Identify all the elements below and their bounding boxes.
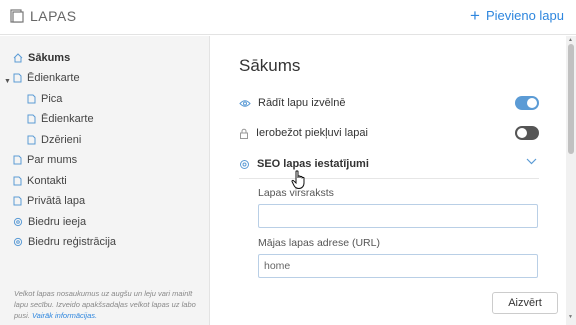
close-button[interactable]: Aizvērt: [492, 292, 558, 314]
top-bar: LAPAS + Pievieno lapu: [0, 0, 576, 35]
sidebar-item-edienkarte-sub[interactable]: Ēdienkarte: [27, 111, 94, 127]
gear-icon: [239, 159, 250, 170]
scroll-thumb[interactable]: [568, 44, 574, 154]
app-title-text: LAPAS: [30, 8, 77, 24]
sidebar-item-label: Dzērieni: [41, 134, 82, 146]
scrollbar[interactable]: ▲ ▼: [566, 36, 576, 325]
sidebar-item-biedru-registracija[interactable]: Biedru reģistrācija: [13, 234, 116, 250]
restrict-access-row: Ierobežot piekļuvi lapai: [239, 124, 539, 142]
sidebar-item-edienkarte[interactable]: Ēdienkarte: [13, 70, 80, 86]
page-icon: [13, 176, 22, 186]
restrict-access-toggle[interactable]: [515, 126, 539, 140]
sidebar-item-label: Sākums: [28, 52, 71, 64]
sidebar-item-label: Ēdienkarte: [27, 72, 80, 84]
sidebar-item-label: Ēdienkarte: [41, 113, 94, 125]
restrict-access-label: Ierobežot piekļuvi lapai: [256, 127, 368, 139]
url-field-label: Mājas lapas adrese (URL): [258, 237, 380, 249]
show-in-menu-label: Rādīt lapu izvēlnē: [258, 97, 346, 109]
toggle-knob: [517, 128, 527, 138]
sidebar-item-label: Kontakti: [27, 175, 67, 187]
sidebar-item-label: Par mums: [27, 154, 78, 166]
page-icon: [13, 196, 22, 206]
add-page-button[interactable]: + Pievieno lapu: [470, 5, 564, 25]
pages-icon: [10, 9, 24, 23]
seo-settings-label: SEO lapas iestatījumi: [257, 158, 369, 170]
scroll-up-icon[interactable]: ▲: [568, 37, 573, 43]
home-icon: [13, 53, 23, 63]
page-icon: [27, 94, 36, 104]
show-in-menu-row: Rādīt lapu izvēlnē: [239, 94, 539, 112]
page-icon: [13, 73, 22, 83]
page-icon: [27, 135, 36, 145]
page-title-input[interactable]: [258, 204, 538, 228]
sidebar-item-privata-lapa[interactable]: Privātā lapa: [13, 193, 85, 209]
sidebar: ▼ Sākums Ēdienkarte Pica Ēdienkarte Dzēr…: [0, 36, 210, 325]
sidebar-item-pica[interactable]: Pica: [27, 91, 62, 107]
seo-settings-header[interactable]: SEO lapas iestatījumi: [239, 155, 539, 173]
divider: [239, 178, 539, 179]
sidebar-item-kontakti[interactable]: Kontakti: [13, 173, 67, 189]
lock-icon: [239, 128, 249, 139]
gear-icon: [13, 217, 23, 227]
sidebar-item-label: Biedru reģistrācija: [28, 236, 117, 248]
toggle-knob: [527, 98, 537, 108]
sidebar-item-label: Privātā lapa: [27, 195, 86, 207]
app-title: LAPAS: [10, 8, 77, 24]
gear-icon: [13, 237, 23, 247]
sidebar-item-sakums[interactable]: Sākums: [13, 50, 70, 66]
sidebar-item-par-mums[interactable]: Par mums: [13, 152, 77, 168]
page-icon: [27, 114, 36, 124]
chevron-down-icon[interactable]: [526, 158, 537, 165]
page-icon: [13, 155, 22, 165]
expand-caret-icon[interactable]: ▼: [4, 78, 11, 85]
plus-icon: +: [470, 5, 480, 25]
sidebar-item-biedru-ieeja[interactable]: Biedru ieeja: [13, 214, 86, 230]
add-page-label: Pievieno lapu: [485, 8, 564, 23]
url-input[interactable]: home: [258, 254, 538, 278]
hand-cursor-icon: [291, 170, 307, 195]
sidebar-hint: Velkot lapas nosaukumus uz augšu un leju…: [14, 288, 204, 321]
eye-icon: [239, 99, 251, 108]
show-in-menu-toggle[interactable]: [515, 96, 539, 110]
scroll-down-icon[interactable]: ▼: [568, 314, 573, 320]
more-info-link[interactable]: Vairāk informācijas.: [32, 311, 97, 320]
sidebar-item-dzerieni[interactable]: Dzērieni: [27, 132, 81, 148]
sidebar-item-label: Pica: [41, 93, 63, 105]
page-settings-panel: Sākums Rādīt lapu izvēlnē Ierobežot piek…: [211, 36, 566, 325]
page-title: Sākums: [239, 56, 301, 75]
sidebar-item-label: Biedru ieeja: [28, 216, 87, 228]
